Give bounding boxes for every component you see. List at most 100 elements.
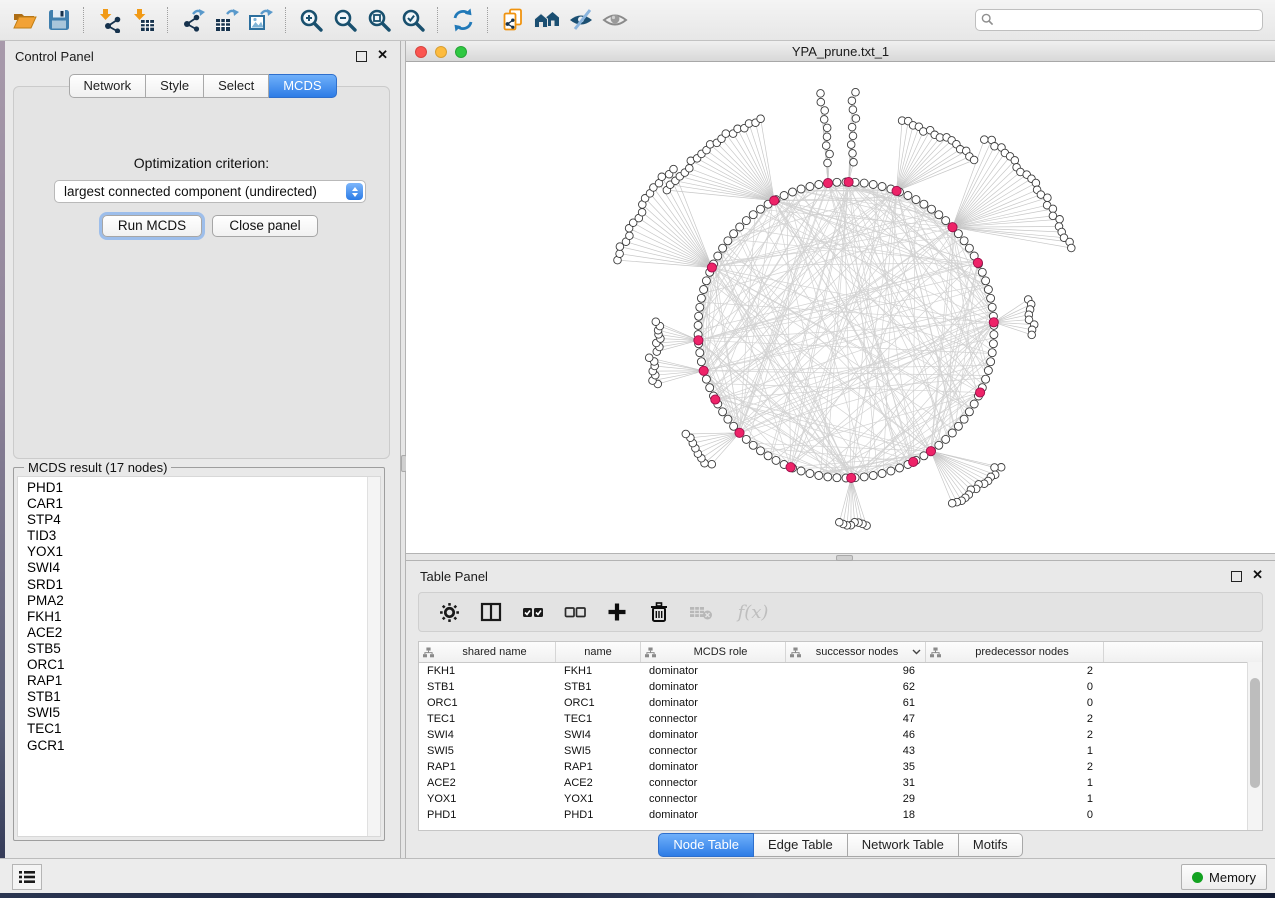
column-header-successor-nodes[interactable]: successor nodes bbox=[786, 642, 926, 662]
table-scrollbar[interactable] bbox=[1247, 662, 1262, 830]
table-scrollbar-thumb[interactable] bbox=[1250, 678, 1260, 788]
predecessor-nodes-cell: 2 bbox=[926, 663, 1104, 679]
zoom-selected-button[interactable] bbox=[396, 5, 430, 35]
import-table-button[interactable] bbox=[126, 5, 160, 35]
mcds-result-item[interactable]: RAP1 bbox=[18, 673, 367, 689]
select-all-button[interactable] bbox=[521, 600, 545, 624]
table-row[interactable]: PHD1PHD1dominator180 bbox=[419, 807, 1262, 823]
network-canvas[interactable] bbox=[406, 62, 1275, 553]
search-input[interactable] bbox=[975, 9, 1263, 31]
mcds-result-item[interactable]: TID3 bbox=[18, 528, 367, 544]
plus-icon bbox=[607, 602, 627, 622]
column-header-name[interactable]: name bbox=[556, 642, 641, 662]
mcds-result-item[interactable]: YOX1 bbox=[18, 544, 367, 560]
mcds-result-item[interactable]: PMA2 bbox=[18, 593, 367, 609]
tab-motifs[interactable]: Motifs bbox=[959, 833, 1023, 857]
tab-edge-table[interactable]: Edge Table bbox=[754, 833, 848, 857]
search-icon bbox=[981, 13, 994, 26]
first-neighbors-button[interactable] bbox=[530, 5, 564, 35]
mcds-result-group-title: MCDS result (17 nodes) bbox=[24, 460, 171, 475]
mcds-result-item[interactable]: STB1 bbox=[18, 689, 367, 705]
show-hidden-button[interactable] bbox=[598, 5, 632, 35]
successor-nodes-cell: 43 bbox=[786, 743, 926, 759]
tab-select[interactable]: Select bbox=[204, 74, 269, 98]
table-row[interactable]: SWI5SWI5connector431 bbox=[419, 743, 1262, 759]
attribute-type-icon bbox=[790, 647, 801, 658]
add-column-button[interactable] bbox=[605, 600, 629, 624]
network-graph[interactable] bbox=[406, 62, 1275, 553]
table-row[interactable]: FKH1FKH1dominator962 bbox=[419, 663, 1262, 679]
tab-style[interactable]: Style bbox=[146, 74, 204, 98]
mcds-role-cell: connector bbox=[641, 711, 786, 727]
export-network-button[interactable] bbox=[176, 5, 210, 35]
tab-node-table[interactable]: Node Table bbox=[658, 833, 754, 857]
successor-nodes-cell: 31 bbox=[786, 775, 926, 791]
export-image-button[interactable] bbox=[244, 5, 278, 35]
toolbar-separator bbox=[285, 7, 287, 33]
mcds-result-item[interactable]: PHD1 bbox=[18, 480, 367, 496]
mcds-result-item[interactable]: SRD1 bbox=[18, 577, 367, 593]
table-toolbar: f(x) bbox=[418, 592, 1263, 632]
table-row[interactable]: SWI4SWI4dominator462 bbox=[419, 727, 1262, 743]
export-table-button[interactable] bbox=[210, 5, 244, 35]
function-builder-button[interactable]: f(x) bbox=[731, 600, 775, 624]
mcds-result-item[interactable]: TEC1 bbox=[18, 721, 367, 737]
mcds-result-item[interactable]: ACE2 bbox=[18, 625, 367, 641]
zoom-fit-button[interactable] bbox=[362, 5, 396, 35]
close-panel-button[interactable]: ✕ bbox=[1252, 568, 1263, 582]
new-network-from-selection-icon bbox=[500, 7, 526, 33]
table-panel-tabs: Node TableEdge TableNetwork TableMotifs bbox=[406, 833, 1275, 857]
close-panel-button[interactable]: ✕ bbox=[377, 48, 388, 62]
table-row[interactable]: ORC1ORC1dominator610 bbox=[419, 695, 1262, 711]
import-network-button[interactable] bbox=[92, 5, 126, 35]
column-settings-button[interactable] bbox=[437, 600, 461, 624]
predecessor-nodes-cell: 2 bbox=[926, 711, 1104, 727]
mcds-result-item[interactable]: GCR1 bbox=[18, 738, 367, 754]
main-toolbar bbox=[0, 0, 1275, 41]
mcds-result-item[interactable]: FKH1 bbox=[18, 609, 367, 625]
delete-table-button[interactable] bbox=[689, 600, 713, 624]
table-row[interactable]: ACE2ACE2connector311 bbox=[419, 775, 1262, 791]
mcds-list-scrollbar[interactable] bbox=[367, 477, 380, 836]
mcds-result-item[interactable]: SWI4 bbox=[18, 560, 367, 576]
table-row[interactable]: STB1STB1dominator620 bbox=[419, 679, 1262, 695]
new-network-from-selection-button[interactable] bbox=[496, 5, 530, 35]
trash-icon bbox=[649, 602, 669, 623]
table-row[interactable]: TEC1TEC1connector472 bbox=[419, 711, 1262, 727]
network-window-titlebar[interactable]: YPA_prune.txt_1 bbox=[406, 41, 1275, 62]
float-panel-button[interactable] bbox=[1231, 571, 1242, 582]
mcds-result-item[interactable]: STB5 bbox=[18, 641, 367, 657]
show-panels-list-button[interactable] bbox=[12, 864, 42, 890]
apply-layout-button[interactable] bbox=[446, 5, 480, 35]
shared-name-cell: ORC1 bbox=[419, 695, 556, 711]
run-mcds-button[interactable]: Run MCDS bbox=[102, 215, 202, 237]
table-row[interactable]: YOX1YOX1connector291 bbox=[419, 791, 1262, 807]
save-session-button[interactable] bbox=[42, 5, 76, 35]
column-header-mcds-role[interactable]: MCDS role bbox=[641, 642, 786, 662]
column-header-shared-name[interactable]: shared name bbox=[419, 642, 556, 662]
mcds-result-item[interactable]: CAR1 bbox=[18, 496, 367, 512]
hide-selected-button[interactable] bbox=[564, 5, 598, 35]
zoom-out-button[interactable] bbox=[328, 5, 362, 35]
show-columns-button[interactable] bbox=[479, 600, 503, 624]
horizontal-splitter[interactable] bbox=[406, 553, 1275, 561]
mcds-result-item[interactable]: SWI5 bbox=[18, 705, 367, 721]
zoom-in-icon bbox=[298, 7, 324, 33]
tab-network[interactable]: Network bbox=[68, 74, 146, 98]
refresh-icon bbox=[450, 7, 476, 33]
tab-network-table[interactable]: Network Table bbox=[848, 833, 959, 857]
memory-button[interactable]: Memory bbox=[1181, 864, 1267, 890]
deselect-all-button[interactable] bbox=[563, 600, 587, 624]
control-panel-titlebar: Control Panel ✕ bbox=[5, 41, 400, 71]
optimization-criterion-select[interactable]: largest connected component (undirected) bbox=[54, 180, 366, 203]
zoom-in-button[interactable] bbox=[294, 5, 328, 35]
close-panel-button-mcds[interactable]: Close panel bbox=[212, 215, 318, 237]
table-row[interactable]: RAP1RAP1dominator352 bbox=[419, 759, 1262, 775]
delete-column-button[interactable] bbox=[647, 600, 671, 624]
column-header-predecessor-nodes[interactable]: predecessor nodes bbox=[926, 642, 1104, 662]
mcds-result-item[interactable]: STP4 bbox=[18, 512, 367, 528]
float-panel-button[interactable] bbox=[356, 51, 367, 62]
tab-mcds[interactable]: MCDS bbox=[269, 74, 336, 98]
mcds-result-item[interactable]: ORC1 bbox=[18, 657, 367, 673]
open-session-button[interactable] bbox=[8, 5, 42, 35]
